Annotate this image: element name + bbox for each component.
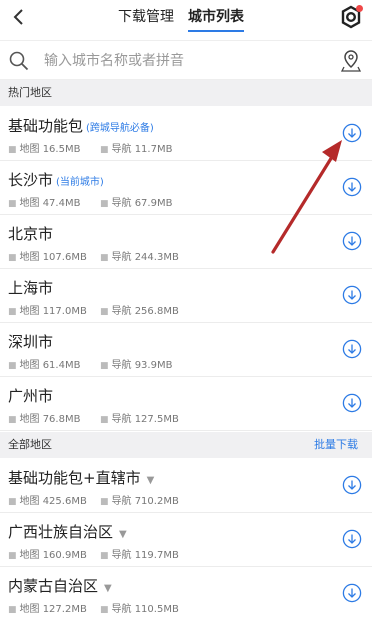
download-icon [342, 123, 362, 143]
section-title: 全部地区 [8, 438, 52, 451]
back-button[interactable] [6, 4, 32, 30]
download-button[interactable] [342, 393, 362, 413]
tab-city-list[interactable]: 城市列表 [188, 0, 244, 34]
notification-dot [356, 5, 363, 12]
section-header-hot: 热门地区 [0, 80, 372, 106]
nav-size: ■ 导航 244.3MB [100, 252, 179, 263]
map-size: ■ 地图 76.8MB [8, 414, 81, 425]
download-button[interactable] [342, 285, 362, 305]
download-button[interactable] [342, 529, 362, 549]
map-size: ■ 地图 16.5MB [8, 144, 81, 155]
download-button[interactable] [342, 583, 362, 603]
download-icon [342, 177, 362, 197]
list-item[interactable]: 北京市 ■ 地图 107.6MB ■ 导航 244.3MB [0, 215, 372, 269]
download-icon [342, 475, 362, 495]
map-size: ■ 地图 117.0MB [8, 306, 87, 317]
city-name: 基础功能包 [8, 117, 84, 135]
download-icon [342, 583, 362, 603]
nav-size: ■ 导航 119.7MB [100, 550, 179, 561]
settings-button[interactable] [338, 4, 364, 30]
list-item[interactable]: 广州市 ■ 地图 76.8MB ■ 导航 127.5MB [0, 377, 372, 431]
search-input[interactable] [44, 49, 314, 73]
list-item[interactable]: 内蒙古自治区 ▼ ■ 地图 127.2MB ■ 导航 110.5MB [0, 567, 372, 621]
map-size: ■ 地图 160.9MB [8, 550, 87, 561]
download-icon [342, 339, 362, 359]
location-pin-icon[interactable] [340, 49, 362, 73]
download-button[interactable] [342, 231, 362, 251]
map-size: ■ 地图 61.4MB [8, 360, 81, 371]
download-icon [342, 231, 362, 251]
back-icon [13, 9, 23, 25]
map-size: ■ 地图 107.6MB [8, 252, 87, 263]
nav-size: ■ 导航 93.9MB [100, 360, 173, 371]
list-item[interactable]: 深圳市 ■ 地图 61.4MB ■ 导航 93.9MB [0, 323, 372, 377]
list-item[interactable]: 长沙市 (当前城市) ■ 地图 47.4MB ■ 导航 67.9MB [0, 161, 372, 215]
nav-size: ■ 导航 127.5MB [100, 414, 179, 425]
batch-download-button[interactable]: 批量下载 [314, 432, 358, 458]
download-button[interactable] [342, 123, 362, 143]
map-size: ■ 地图 47.4MB [8, 198, 81, 209]
list-item[interactable]: 上海市 ■ 地图 117.0MB ■ 导航 256.8MB [0, 269, 372, 323]
list-item[interactable]: 基础功能包 (跨城导航必备) ■ 地图 16.5MB ■ 导航 11.7MB [0, 107, 372, 161]
chevron-down-icon[interactable]: ▼ [147, 475, 155, 486]
download-button[interactable] [342, 339, 362, 359]
region-name: 内蒙古自治区 [8, 577, 99, 595]
city-tag: (跨城导航必备) [86, 123, 154, 134]
tab-download-manager[interactable]: 下载管理 [118, 0, 174, 34]
list-item[interactable]: 广西壮族自治区 ▼ ■ 地图 160.9MB ■ 导航 119.7MB [0, 513, 372, 567]
city-name: 广州市 [8, 387, 54, 405]
city-name: 上海市 [8, 279, 54, 297]
download-icon [342, 285, 362, 305]
download-icon [342, 529, 362, 549]
nav-size: ■ 导航 67.9MB [100, 198, 173, 209]
download-button[interactable] [342, 177, 362, 197]
download-icon [342, 393, 362, 413]
city-name: 深圳市 [8, 333, 54, 351]
chevron-down-icon[interactable]: ▼ [119, 529, 127, 540]
map-size: ■ 地图 127.2MB [8, 604, 87, 615]
search-icon [9, 51, 29, 71]
nav-size: ■ 导航 11.7MB [100, 144, 173, 155]
chevron-down-icon[interactable]: ▼ [104, 583, 112, 594]
section-header-all: 全部地区 批量下载 [0, 432, 372, 458]
region-name: 基础功能包+直辖市 [8, 469, 141, 487]
nav-size: ■ 导航 110.5MB [100, 604, 179, 615]
nav-size: ■ 导航 256.8MB [100, 306, 179, 317]
search-bar [0, 40, 372, 80]
map-size: ■ 地图 425.6MB [8, 496, 87, 507]
top-bar: 下载管理 城市列表 [0, 0, 372, 34]
nav-size: ■ 导航 710.2MB [100, 496, 179, 507]
city-name: 北京市 [8, 225, 54, 243]
section-title: 热门地区 [8, 86, 52, 99]
region-name: 广西壮族自治区 [8, 523, 114, 541]
download-button[interactable] [342, 475, 362, 495]
tab-bar: 下载管理 城市列表 [118, 0, 244, 34]
list-item[interactable]: 基础功能包+直辖市 ▼ ■ 地图 425.6MB ■ 导航 710.2MB [0, 459, 372, 513]
city-name: 长沙市 [8, 171, 54, 189]
city-tag: (当前城市) [56, 177, 104, 188]
